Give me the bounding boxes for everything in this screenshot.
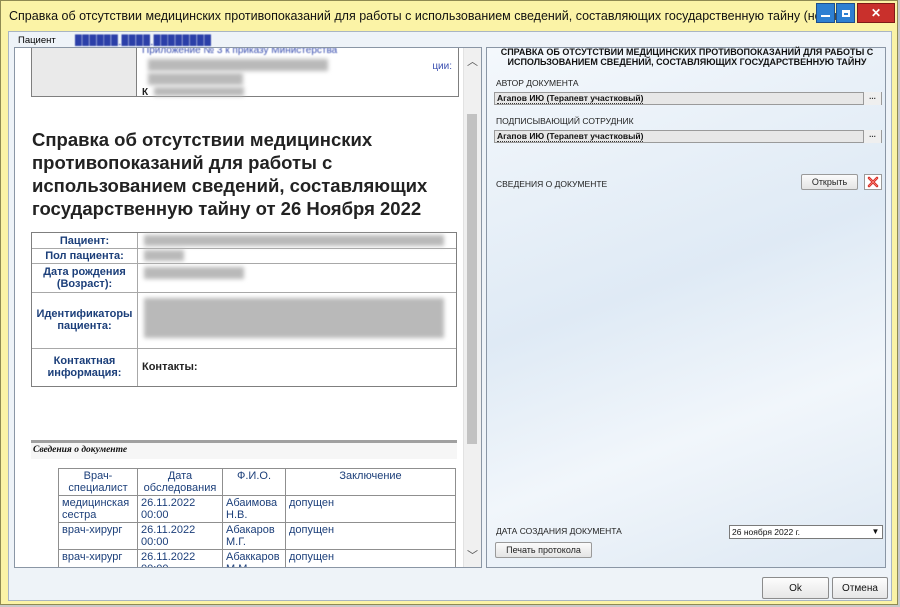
scroll-up-icon[interactable]: ︿ bbox=[464, 52, 481, 69]
form-title: СПРАВКА ОБ ОТСУТСТВИИ МЕДИЦИНСКИХ ПРОТИВ… bbox=[500, 47, 874, 67]
document-form: СПРАВКА ОБ ОТСУТСТВИИ МЕДИЦИНСКИХ ПРОТИВ… bbox=[486, 47, 886, 568]
examinations-table: Врач-специалист Дата обследования Ф.И.О.… bbox=[58, 468, 456, 567]
patient-link[interactable]: ██████ ████ ████████ bbox=[75, 35, 211, 46]
patient-label: Пациент bbox=[18, 35, 56, 46]
cancel-button[interactable]: Отмена bbox=[832, 577, 888, 599]
patient-row: Контактная информация: Контакты: bbox=[32, 348, 456, 386]
document-preview[interactable]: Приложение № 3 к приказу Министерства ци… bbox=[14, 47, 482, 568]
author-label: АВТОР ДОКУМЕНТА bbox=[496, 78, 579, 88]
table-row: врач-хирург 26.11.2022 00:00 Абакаров М.… bbox=[58, 522, 456, 550]
delete-icon bbox=[867, 176, 879, 188]
redacted-block bbox=[154, 87, 244, 96]
patient-row: Дата рождения (Возраст): bbox=[32, 263, 456, 293]
redacted-block bbox=[144, 250, 184, 261]
document-heading: Справка об отсутствии медицинских против… bbox=[32, 129, 428, 219]
author-field[interactable]: Агапов ИЮ (Терапевт участковый) ... bbox=[494, 92, 882, 105]
dialog-client: Пациент ██████ ████ ████████ Приложение … bbox=[8, 31, 892, 601]
patient-row: Идентификаторы пациента: bbox=[32, 292, 456, 349]
minimize-icon bbox=[821, 15, 830, 17]
signer-field[interactable]: Агапов ИЮ (Терапевт участковый) ... bbox=[494, 130, 882, 143]
author-select-button[interactable]: ... bbox=[863, 92, 881, 105]
patient-info-table: Пациент: Пол пациента: Дата рождения (Во… bbox=[31, 232, 457, 387]
patient-row: Пациент: bbox=[32, 233, 456, 249]
title-bar[interactable]: Справка об отсутствии медицинских против… bbox=[1, 1, 897, 31]
signer-select-button[interactable]: ... bbox=[863, 130, 881, 143]
dialog-window: Справка об отсутствии медицинских против… bbox=[0, 0, 898, 605]
maximize-button[interactable] bbox=[836, 3, 855, 23]
minimize-button[interactable] bbox=[816, 3, 835, 23]
patient-row: Пол пациента: bbox=[32, 248, 456, 264]
redacted-block bbox=[144, 235, 444, 246]
ok-button[interactable]: Ok bbox=[762, 577, 829, 599]
scroll-thumb[interactable] bbox=[467, 114, 477, 444]
table-row: медицинская сестра 26.11.2022 00:00 Абаи… bbox=[58, 495, 456, 523]
chevron-down-icon[interactable]: ▼ bbox=[869, 526, 882, 538]
scroll-down-icon[interactable]: ﹀ bbox=[464, 546, 481, 563]
creation-date-label: ДАТА СОЗДАНИЯ ДОКУМЕНТА bbox=[496, 526, 622, 536]
redacted-block bbox=[148, 59, 328, 71]
delete-button[interactable] bbox=[864, 174, 882, 190]
section-title: Сведения о документе bbox=[31, 440, 457, 459]
document-info-label: СВЕДЕНИЯ О ДОКУМЕНТЕ bbox=[496, 179, 608, 189]
redacted-block bbox=[144, 267, 244, 279]
open-button[interactable]: Открыть bbox=[801, 174, 858, 190]
redacted-block bbox=[144, 298, 444, 338]
vertical-scrollbar[interactable]: ︿ ﹀ bbox=[463, 48, 481, 567]
table-row: врач-хирург 26.11.2022 00:00 Абаккаров М… bbox=[58, 549, 456, 567]
document-header-box: Приложение № 3 к приказу Министерства ци… bbox=[31, 47, 459, 98]
header-fragment-text: ции: bbox=[432, 61, 452, 72]
header-fragment-bold: К bbox=[142, 87, 149, 98]
table-header-row: Врач-специалист Дата обследования Ф.И.О.… bbox=[58, 468, 456, 496]
signer-label: ПОДПИСЫВАЮЩИЙ СОТРУДНИК bbox=[496, 116, 634, 126]
creation-date-picker[interactable]: 26 ноября 2022 г. ▼ bbox=[729, 525, 883, 539]
close-icon: ✕ bbox=[870, 6, 882, 20]
document-content: Приложение № 3 к приказу Министерства ци… bbox=[15, 47, 465, 567]
maximize-icon bbox=[841, 9, 850, 17]
window-title: Справка об отсутствии медицинских против… bbox=[9, 9, 849, 23]
close-button[interactable]: ✕ bbox=[857, 3, 895, 23]
header-order-text: Приложение № 3 к приказу Министерства bbox=[142, 47, 338, 56]
redacted-block bbox=[148, 73, 243, 85]
print-protocol-button[interactable]: Печать протокола bbox=[495, 542, 592, 558]
